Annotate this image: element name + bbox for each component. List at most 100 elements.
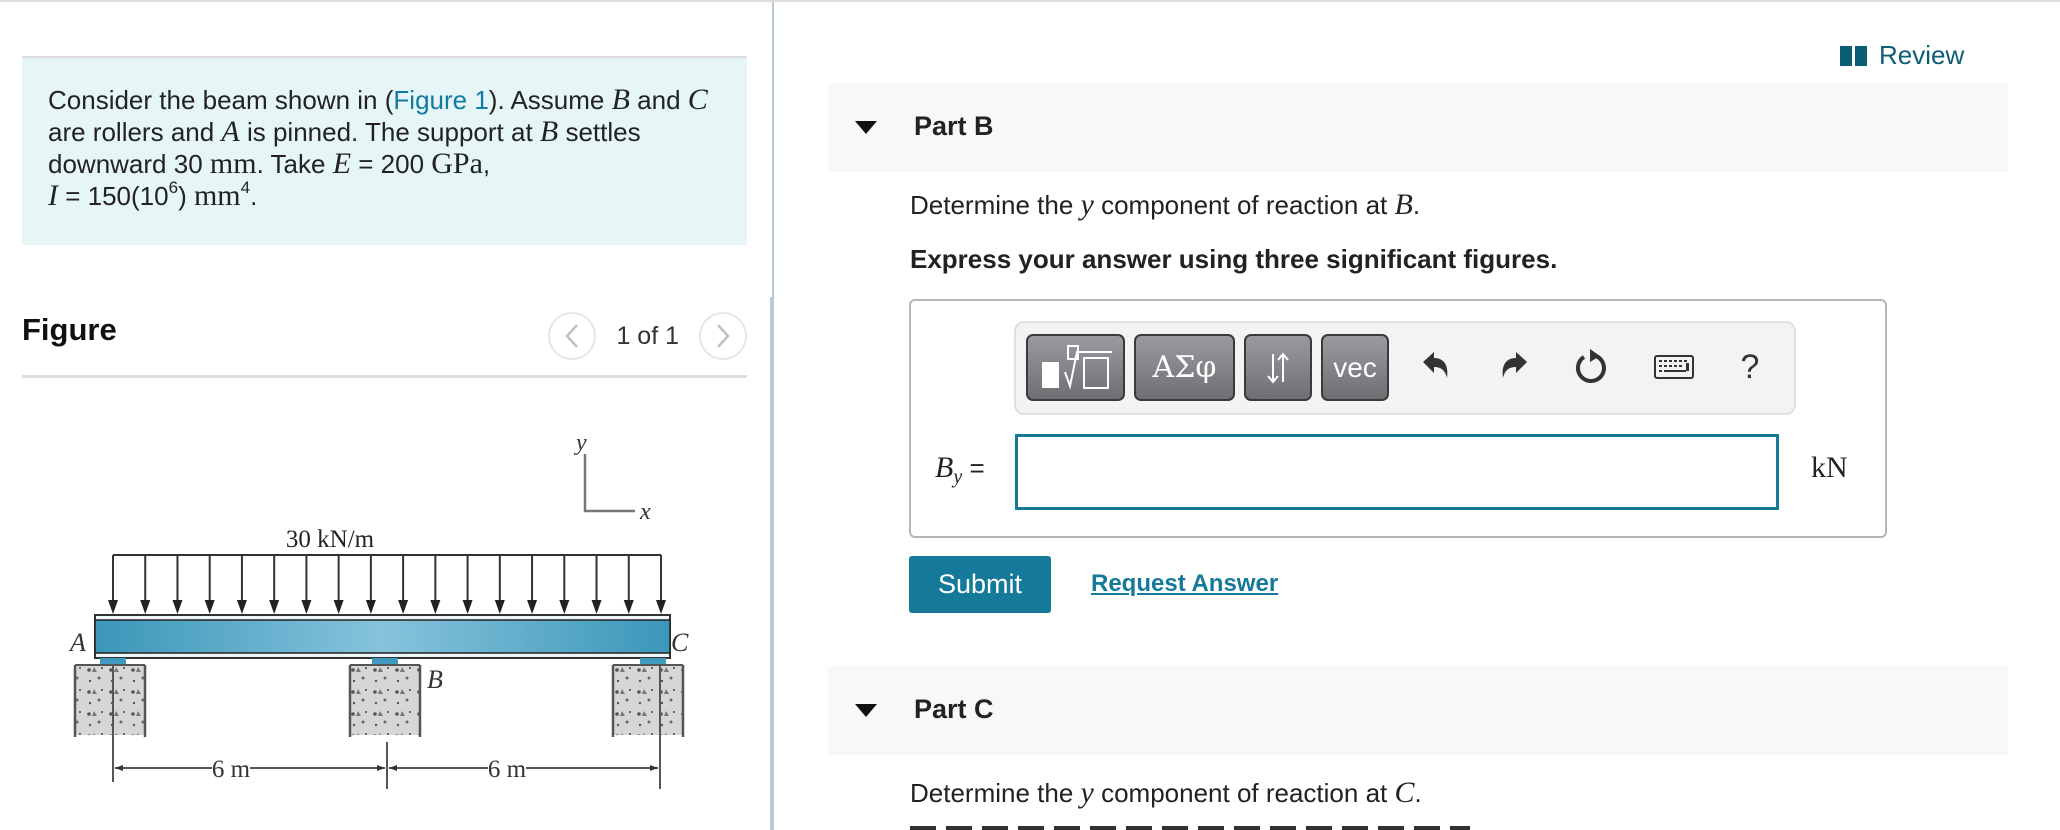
subscript-superscript-button[interactable]	[1244, 334, 1312, 401]
load-label: 30 kN/m	[286, 526, 375, 553]
load-arrow	[204, 555, 215, 614]
part-c-header[interactable]: Part C	[828, 666, 2008, 755]
problem-text-segment: ). Assume	[488, 85, 612, 115]
part-c-question: Determine the y component of reaction at…	[910, 776, 1422, 810]
pane-divider	[772, 2, 774, 297]
help-button[interactable]: ?	[1728, 345, 1772, 389]
question-end: .	[1414, 778, 1422, 808]
undo-icon	[1423, 352, 1448, 378]
part-b-instruction: Express your answer using three signific…	[910, 244, 1558, 274]
figure-pager: 1 of 1	[548, 312, 747, 360]
question-text: Determine the	[910, 190, 1081, 220]
question-text: Determine the	[910, 778, 1081, 808]
load-arrow	[527, 555, 538, 614]
beam-diagram: y x 30 kN/m A B C 6 m 6 m	[68, 430, 689, 789]
problem-text-segment: . Take	[256, 149, 333, 179]
figure-link[interactable]: Figure 1	[393, 85, 488, 115]
up-down-arrows-icon	[1267, 351, 1289, 384]
load-arrow	[430, 555, 441, 614]
load-arrow	[656, 555, 666, 614]
part-b-header[interactable]: Part B	[828, 83, 2008, 172]
review-link[interactable]: Review	[1840, 40, 1964, 71]
label-a: A	[68, 628, 86, 657]
axis-indicator: y x	[574, 430, 651, 525]
load-arrow	[269, 555, 280, 614]
question-point: C	[1394, 776, 1415, 809]
unit-text: GPa	[431, 147, 483, 180]
next-figure-button[interactable]	[699, 312, 747, 360]
problem-line-inertia: I = 150(106) mm4.	[48, 178, 721, 212]
answer-equals: =	[962, 453, 985, 483]
question-text: component of reaction at	[1093, 190, 1395, 220]
undo-button[interactable]	[1414, 345, 1458, 389]
reset-button[interactable]	[1570, 345, 1614, 389]
distributed-load	[108, 554, 666, 614]
problem-text-segment: and	[629, 85, 688, 115]
answer-unit: kN	[1811, 451, 1848, 484]
chevron-right-icon	[717, 324, 730, 348]
part-c-title: Part C	[914, 694, 994, 724]
reset-icon	[1576, 349, 1606, 383]
chevron-left-icon	[565, 324, 579, 348]
redo-icon	[1502, 352, 1527, 378]
inertia-end: .	[250, 181, 258, 211]
answer-input[interactable]	[1015, 434, 1779, 510]
keyboard-button[interactable]	[1652, 345, 1696, 389]
load-arrow	[462, 555, 473, 614]
math-symbol: C	[687, 83, 708, 116]
templates-button[interactable]	[1026, 334, 1125, 401]
submit-button[interactable]: Submit	[909, 556, 1051, 613]
label-b: B	[427, 665, 443, 694]
load-arrow	[365, 555, 376, 614]
dimension-ab: 6 m	[212, 756, 251, 783]
request-answer-link[interactable]: Request Answer	[1091, 570, 1278, 598]
collapse-caret-icon[interactable]	[855, 121, 877, 134]
load-arrow	[494, 555, 505, 614]
templates-icon	[1041, 344, 1112, 390]
answer-var-subscript: y	[953, 466, 963, 489]
part-b-question: Determine the y component of reaction at…	[910, 188, 1420, 222]
load-arrow	[236, 555, 247, 614]
question-var: y	[1080, 776, 1094, 809]
inertia-exponent: 6	[168, 178, 179, 198]
answer-var: B	[935, 451, 954, 484]
question-end: .	[1412, 190, 1421, 220]
problem-text: Consider the beam shown in (Figure 1). A…	[48, 84, 721, 180]
load-arrow	[559, 555, 570, 614]
support-c	[611, 658, 685, 737]
pager-text: 1 of 1	[616, 321, 679, 350]
axis-x-label: x	[639, 499, 651, 525]
part-c-instruction-cutoff	[910, 826, 1470, 830]
beam-figure: y x 30 kN/m A B C 6 m 6 m	[40, 422, 740, 830]
problem-text-segment: are rollers and	[48, 117, 222, 147]
collapse-caret-icon[interactable]	[855, 704, 877, 717]
answer-label: By =	[935, 451, 985, 489]
redo-button[interactable]	[1492, 345, 1536, 389]
question-var: y	[1080, 188, 1094, 221]
dimension-bc: 6 m	[488, 756, 527, 783]
greek-symbols-button[interactable]: ΑΣφ	[1134, 334, 1235, 401]
inertia-unit: mm	[193, 179, 241, 212]
load-arrow	[398, 555, 409, 614]
load-arrow	[108, 555, 118, 614]
problem-text-segment: Consider the beam shown in (	[48, 85, 394, 115]
vector-button[interactable]: vec	[1321, 334, 1389, 401]
keyboard-icon	[1654, 355, 1694, 379]
var-i: I	[48, 179, 58, 212]
part-b-title: Part B	[914, 111, 994, 141]
unit-text: mm	[209, 147, 257, 180]
problem-text-segment: = 200	[351, 149, 432, 179]
support-a	[73, 658, 147, 737]
question-point: B	[1394, 188, 1413, 221]
inertia-close: )	[178, 181, 194, 211]
math-symbol: E	[332, 147, 352, 180]
label-c: C	[671, 628, 689, 657]
inertia-unit-exponent: 4	[240, 178, 251, 198]
pane-resize-handle[interactable]	[770, 297, 774, 830]
answer-box: ΑΣφ vec ? By = kN	[909, 299, 1887, 538]
math-symbol: A	[221, 115, 240, 148]
figure-title: Figure	[22, 312, 117, 347]
load-arrow	[591, 555, 602, 614]
previous-figure-button[interactable]	[548, 312, 597, 360]
load-arrow	[333, 555, 344, 614]
